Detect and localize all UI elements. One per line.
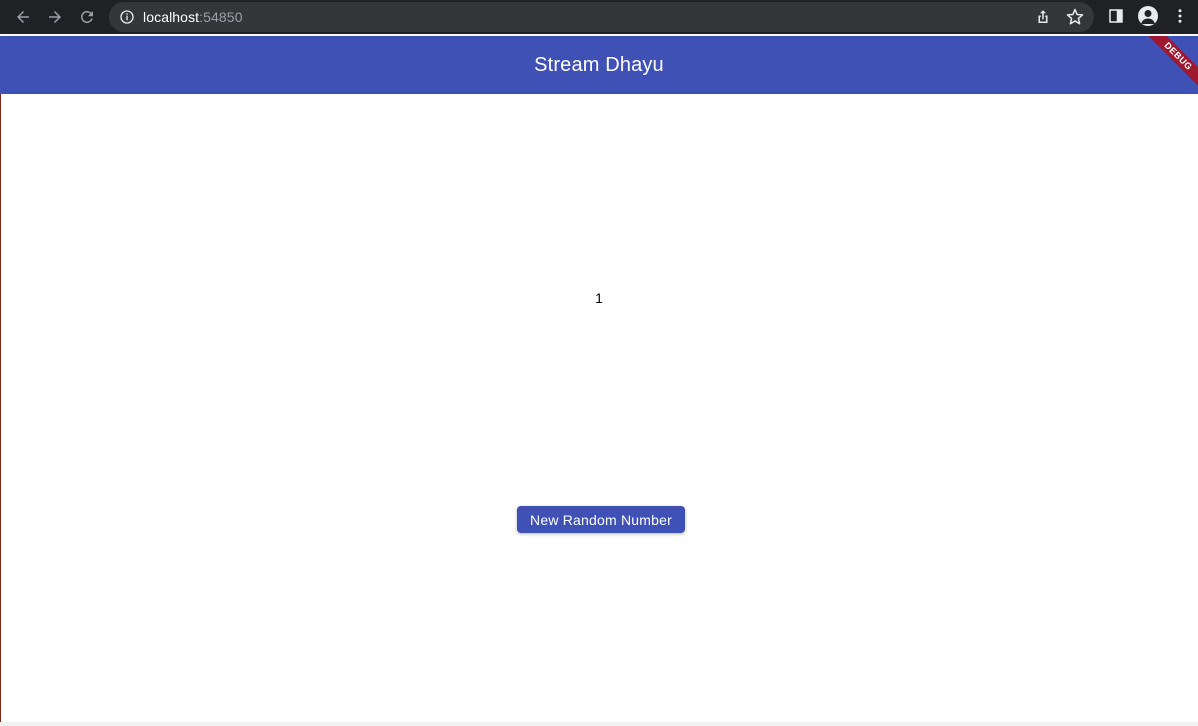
url-host: localhost bbox=[143, 9, 200, 25]
reload-icon bbox=[81, 11, 93, 23]
page-title: Stream Dhayu bbox=[534, 53, 664, 76]
debug-banner: DEBUG bbox=[1138, 36, 1198, 94]
side-panel-icon[interactable] bbox=[1104, 4, 1128, 28]
browser-actions bbox=[1104, 4, 1192, 28]
new-random-number-button[interactable]: New Random Number bbox=[517, 506, 685, 533]
app-body bbox=[0, 94, 1198, 726]
app-bar: Stream Dhayu DEBUG bbox=[0, 36, 1198, 94]
forward-button[interactable] bbox=[42, 4, 68, 30]
profile-icon[interactable] bbox=[1136, 4, 1160, 28]
back-button[interactable] bbox=[10, 4, 36, 30]
browser-toolbar: localhost:54850 bbox=[0, 0, 1198, 34]
random-number-display: 1 bbox=[595, 290, 603, 306]
address-bar[interactable]: localhost:54850 bbox=[109, 2, 1094, 32]
url-port: :54850 bbox=[199, 9, 243, 25]
reload-button[interactable] bbox=[74, 4, 100, 30]
info-icon[interactable] bbox=[119, 9, 135, 25]
star-icon[interactable] bbox=[1064, 6, 1086, 28]
url-text[interactable]: localhost:54850 bbox=[143, 9, 243, 25]
omnibox-actions bbox=[1032, 6, 1086, 28]
kebab-menu-icon[interactable] bbox=[1168, 4, 1192, 28]
arrow-left-icon bbox=[17, 11, 29, 23]
arrow-right-icon bbox=[49, 11, 61, 23]
bottom-edge bbox=[0, 722, 1198, 726]
avatar bbox=[1138, 6, 1158, 26]
share-icon[interactable] bbox=[1032, 6, 1054, 28]
